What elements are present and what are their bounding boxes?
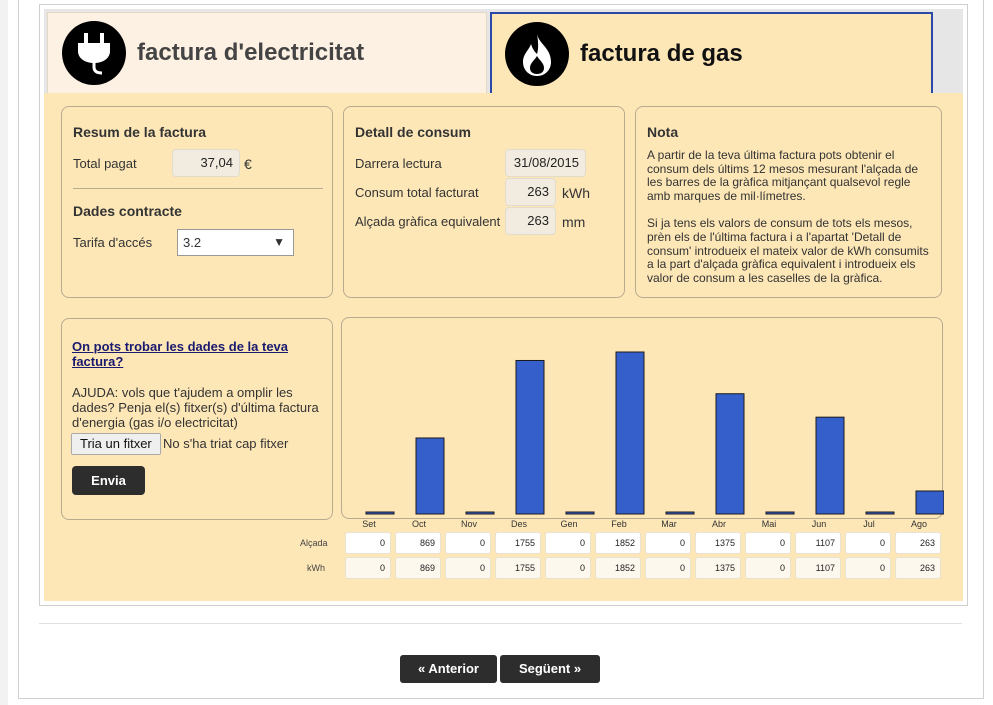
last-reading-label: Darrera lectura: [355, 156, 442, 171]
file-status: No s'ha triat cap fitxer: [163, 436, 289, 451]
height-cell-mar[interactable]: 0: [645, 532, 691, 554]
month-label: Oct: [411, 519, 426, 529]
kwh-cell-mai[interactable]: 0: [745, 557, 791, 579]
month-label: Nov: [460, 519, 477, 529]
summary-divider: [73, 188, 323, 189]
contract-title: Dades contracte: [73, 203, 182, 219]
month-label: Jul: [863, 519, 875, 529]
kwh-cell-feb[interactable]: 1852: [595, 557, 641, 579]
plug-icon: [62, 21, 126, 85]
choose-file-button[interactable]: Tria un fitxer: [71, 433, 161, 455]
height-row-label: Alçada: [300, 538, 328, 548]
help-box: On pots trobar les dades de la teva fact…: [61, 318, 333, 520]
total-paid-label: Total pagat: [73, 156, 137, 171]
tab-electricity-label: factura d'electricitat: [137, 39, 365, 66]
chart-canvas: [365, 351, 944, 515]
note-text: A partir de la teva última factura pots …: [647, 149, 933, 295]
kwh-cell-des[interactable]: 1755: [495, 557, 541, 579]
consumption-chart: [341, 317, 944, 519]
total-consumption-label: Consum total facturat: [355, 185, 479, 200]
height-cell-gen[interactable]: 0: [545, 532, 591, 554]
kwh-cell-jul[interactable]: 0: [845, 557, 891, 579]
note-paragraph-2: Si ja tens els valors de consum de tots …: [647, 216, 929, 285]
bar-feb: [615, 351, 645, 515]
month-label: Gen: [560, 519, 578, 529]
mm-unit: mm: [562, 214, 586, 230]
height-cell-des[interactable]: 1755: [495, 532, 541, 554]
month-label: Mar: [661, 519, 677, 529]
last-reading-input[interactable]: 31/08/2015: [505, 149, 586, 177]
chart-height-label: Alçada gràfica equivalent: [355, 214, 501, 229]
kwh-cell-ago[interactable]: 263: [895, 557, 941, 579]
height-cell-jun[interactable]: 1107: [795, 532, 841, 554]
note-title: Nota: [647, 124, 679, 140]
bar-ago: [915, 490, 944, 515]
total-paid-input[interactable]: 37,04: [172, 149, 240, 177]
bar-oct: [415, 437, 445, 515]
bar-set: [365, 511, 395, 515]
height-cell-feb[interactable]: 1852: [595, 532, 641, 554]
kwh-cell-gen[interactable]: 0: [545, 557, 591, 579]
chevron-down-icon: ▼: [273, 235, 285, 249]
kwh-cell-set[interactable]: 0: [345, 557, 391, 579]
height-cell-set[interactable]: 0: [345, 532, 391, 554]
send-button[interactable]: Envia: [72, 466, 145, 495]
kwh-unit: kWh: [562, 185, 590, 201]
next-button[interactable]: Següent »: [500, 655, 600, 683]
kwh-cell-mar[interactable]: 0: [645, 557, 691, 579]
currency-unit: €: [244, 156, 252, 172]
tab-bar: factura d'electricitat factura de gas: [44, 9, 963, 93]
bar-jul: [865, 511, 895, 515]
height-cell-oct[interactable]: 869: [395, 532, 441, 554]
height-cell-mai[interactable]: 0: [745, 532, 791, 554]
bar-mai: [765, 511, 795, 515]
bar-jun: [815, 416, 845, 515]
kwh-cell-oct[interactable]: 869: [395, 557, 441, 579]
chart-height-input[interactable]: 263: [505, 207, 556, 235]
bar-nov: [465, 511, 495, 515]
bar-gen: [565, 511, 595, 515]
detail-title: Detall de consum: [355, 124, 471, 140]
month-label: Des: [510, 519, 527, 529]
page-gutter: [0, 0, 8, 705]
bar-des: [515, 359, 545, 515]
height-cell-abr[interactable]: 1375: [695, 532, 741, 554]
tab-electricity[interactable]: factura d'electricitat: [47, 12, 487, 93]
height-cell-nov[interactable]: 0: [445, 532, 491, 554]
month-label: Mai: [761, 519, 777, 529]
detail-box: Detall de consum Darrera lectura 31/08/2…: [343, 106, 625, 298]
month-label: Feb: [611, 519, 627, 529]
footer-divider: [39, 623, 962, 624]
kwh-cell-abr[interactable]: 1375: [695, 557, 741, 579]
help-text: AJUDA: vols que t'ajudem a omplir les da…: [72, 385, 319, 430]
tariff-selected-value: 3.2: [183, 235, 202, 250]
month-label: Ago: [910, 519, 927, 529]
previous-button[interactable]: « Anterior: [400, 655, 497, 683]
month-label: Set: [362, 519, 376, 529]
height-cell-jul[interactable]: 0: [845, 532, 891, 554]
note-paragraph-1: A partir de la teva última factura pots …: [647, 149, 919, 203]
kwh-cell-jun[interactable]: 1107: [795, 557, 841, 579]
summary-box: Resum de la factura Total pagat 37,04 € …: [61, 106, 333, 298]
tariff-select[interactable]: 3.2 ▼: [177, 229, 294, 256]
help-link[interactable]: On pots trobar les dades de la teva fact…: [72, 339, 322, 369]
summary-title: Resum de la factura: [73, 124, 207, 140]
bar-abr: [715, 393, 745, 515]
month-label: Abr: [711, 519, 726, 529]
kwh-cell-nov[interactable]: 0: [445, 557, 491, 579]
tariff-label: Tarifa d'accés: [73, 235, 153, 250]
flame-icon: [505, 21, 569, 86]
height-cell-ago[interactable]: 263: [895, 532, 941, 554]
bar-mar: [665, 511, 695, 515]
month-label: Jun: [811, 519, 827, 529]
note-box: Nota A partir de la teva última factura …: [635, 106, 942, 298]
total-consumption-input[interactable]: 263: [505, 178, 556, 206]
kwh-row-label: kWh: [307, 563, 325, 573]
tab-gas-label: factura de gas: [580, 39, 743, 67]
tab-gas[interactable]: factura de gas: [490, 12, 933, 93]
